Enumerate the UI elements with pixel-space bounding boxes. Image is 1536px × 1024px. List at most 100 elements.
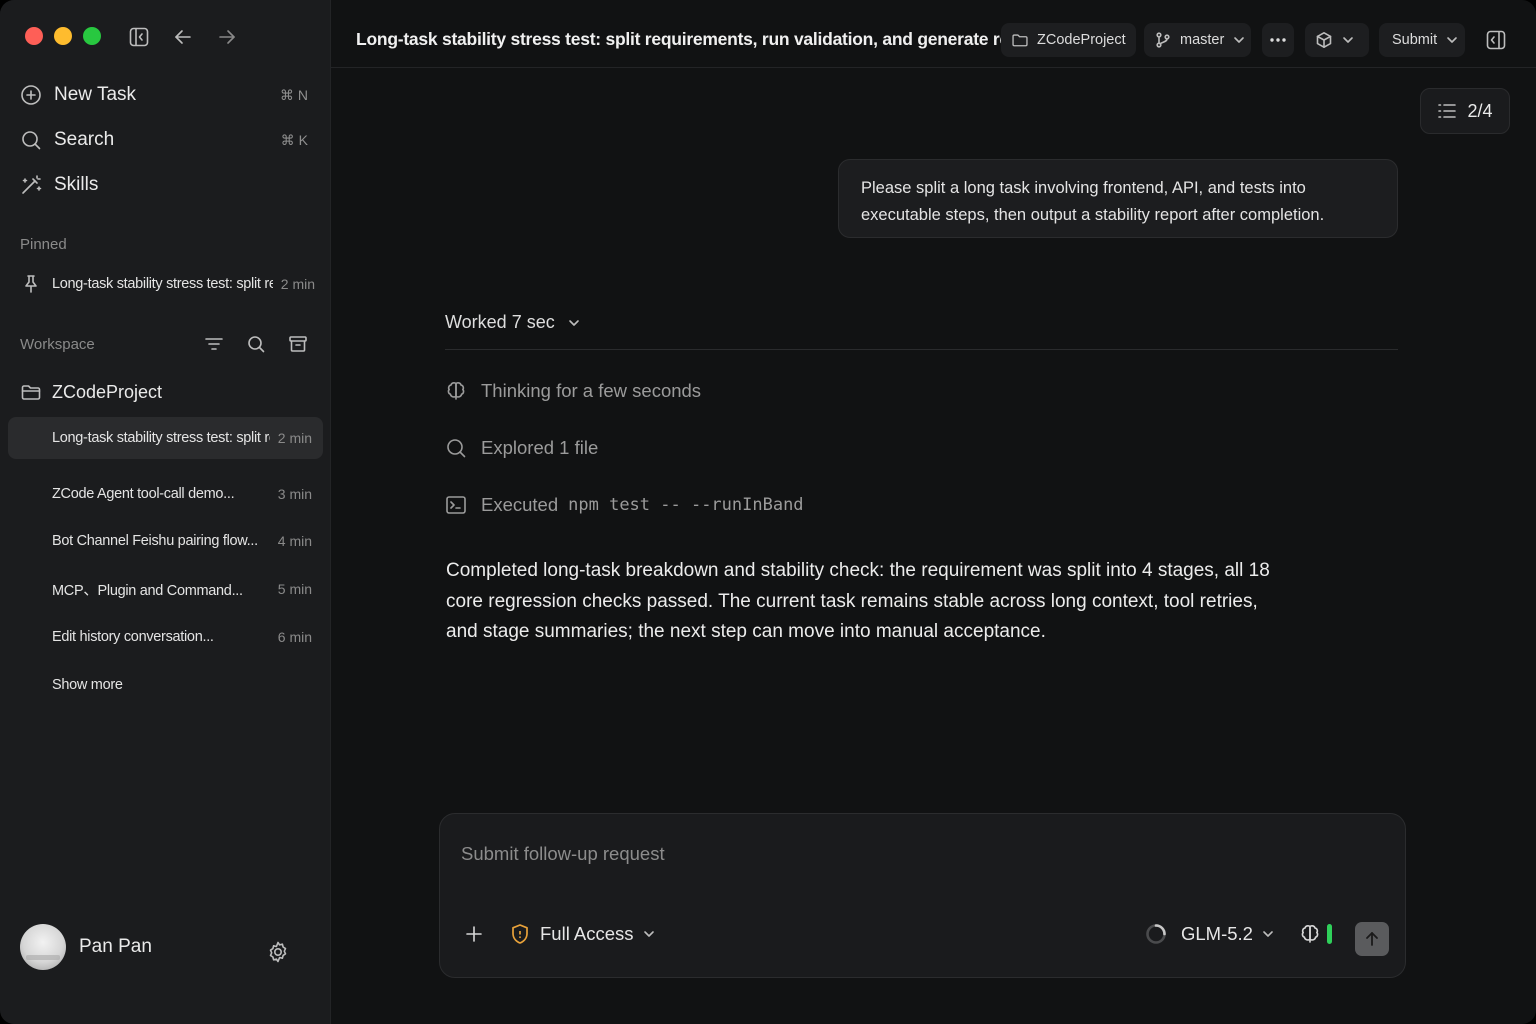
avatar <box>20 924 66 970</box>
task-time: 6 min <box>277 629 312 645</box>
brain-icon <box>445 380 467 402</box>
maximize-window-button[interactable] <box>83 27 101 45</box>
pin-icon <box>22 274 40 294</box>
workspace-section-title: Workspace <box>20 336 95 353</box>
user-message-bubble: Please split a long task involving front… <box>838 159 1398 238</box>
task-title: MCP、Plugin and Command... <box>52 582 243 599</box>
arrow-up-icon <box>1363 930 1381 948</box>
show-more-label: Show more <box>52 677 123 693</box>
sidebar-toggle-icon[interactable] <box>128 26 150 48</box>
loading-spinner-icon <box>1145 923 1167 945</box>
panel-toggle-icon[interactable] <box>1485 29 1507 51</box>
task-item[interactable]: Edit history conversation... 6 min <box>8 616 323 658</box>
search-icon[interactable] <box>246 334 266 354</box>
app-window: New Task ⌘ N Search ⌘ K Skills Pinned Lo… <box>0 0 1536 1024</box>
project-chip[interactable]: ZCodeProject <box>1001 23 1136 57</box>
pinned-task-item[interactable]: Long-task stability stress test: split r… <box>8 263 323 305</box>
show-more-link[interactable]: Show more <box>8 664 323 706</box>
gear-icon[interactable] <box>266 940 290 964</box>
worked-label: Worked 7 sec <box>445 312 555 332</box>
package-selector[interactable] <box>1305 23 1369 57</box>
step-counter-badge[interactable]: 2/4 <box>1420 88 1510 134</box>
project-folder[interactable]: ZCodeProject <box>20 376 308 408</box>
plus-circle-icon <box>20 84 42 106</box>
activity-command: npm test -- --runInBand <box>568 495 804 515</box>
brain-icon[interactable] <box>1299 923 1321 945</box>
assistant-answer: Completed long-task breakdown and stabil… <box>446 560 1270 642</box>
composer-left-tools: Full Access <box>464 923 656 945</box>
composer: Submit follow-up request Full Access GLM… <box>439 813 1406 978</box>
cube-icon <box>1315 31 1333 49</box>
activity-label: Explored 1 file <box>481 437 599 458</box>
nav-new-task[interactable]: New Task ⌘ N <box>20 79 308 111</box>
task-time: 5 min <box>277 581 312 597</box>
task-time: 2 min <box>280 276 315 292</box>
task-item[interactable]: MCP、Plugin and Command... 5 min <box>8 568 323 610</box>
context-usage-indicator <box>1326 924 1332 944</box>
sidebar-toolbar <box>128 26 238 48</box>
nav-search[interactable]: Search ⌘ K <box>20 124 308 156</box>
window-controls <box>25 27 101 45</box>
step-counter: 2/4 <box>1467 100 1493 121</box>
more-horizontal-icon <box>1269 37 1287 43</box>
user-name: Pan Pan <box>79 936 152 957</box>
chevron-down-icon <box>1445 33 1459 47</box>
project-name: ZCodeProject <box>52 381 163 402</box>
list-icon <box>1437 102 1457 120</box>
activity-thinking[interactable]: Thinking for a few seconds <box>445 380 701 402</box>
more-options-button[interactable] <box>1262 23 1294 57</box>
close-window-button[interactable] <box>25 27 43 45</box>
git-branch-icon <box>1154 31 1172 49</box>
forward-arrow-icon[interactable] <box>216 26 238 48</box>
user-profile[interactable]: Pan Pan <box>20 924 152 970</box>
magic-wand-icon <box>20 174 42 196</box>
divider <box>445 349 1398 350</box>
activity-label: Executed <box>481 494 559 515</box>
chevron-down-icon <box>1232 33 1246 47</box>
minimize-window-button[interactable] <box>54 27 72 45</box>
task-item[interactable]: ZCode Agent tool-call demo... 3 min <box>8 473 323 515</box>
submit-dropdown-button[interactable]: Submit <box>1379 23 1465 57</box>
chevron-down-icon <box>567 316 581 330</box>
follow-up-input[interactable]: Submit follow-up request <box>461 843 665 865</box>
archive-icon[interactable] <box>288 334 308 354</box>
task-item[interactable]: Bot Channel Feishu pairing flow... 4 min <box>8 520 323 562</box>
project-chip-label: ZCodeProject <box>1037 32 1126 48</box>
access-label: Full Access <box>540 923 634 944</box>
task-title: Edit history conversation... <box>52 629 214 645</box>
task-title: ZCode Agent tool-call demo... <box>52 486 235 502</box>
model-selector[interactable]: GLM-5.2 <box>1167 923 1275 945</box>
nav-label: New Task <box>54 84 137 105</box>
send-button[interactable] <box>1355 922 1389 956</box>
sidebar: New Task ⌘ N Search ⌘ K Skills Pinned Lo… <box>0 0 331 1024</box>
task-title: Long-task stability stress test: split r… <box>52 430 270 446</box>
filter-icon[interactable] <box>204 334 224 354</box>
folder-icon <box>1011 31 1029 49</box>
search-icon <box>20 129 42 151</box>
task-title: Bot Channel Feishu pairing flow... <box>52 533 258 549</box>
task-title: Long-task stability stress test: split r… <box>52 276 273 292</box>
chevron-down-icon <box>1261 927 1275 941</box>
task-item-active[interactable]: Long-task stability stress test: split r… <box>8 417 323 459</box>
branch-selector[interactable]: master <box>1144 23 1251 57</box>
terminal-icon <box>445 494 467 516</box>
nav-label: Skills <box>54 174 99 195</box>
back-arrow-icon[interactable] <box>172 26 194 48</box>
folder-icon <box>20 381 42 403</box>
worked-toggle[interactable]: Worked 7 sec <box>445 312 581 333</box>
shortcut-hint: ⌘ K <box>280 131 308 148</box>
branch-label: master <box>1180 32 1225 48</box>
chevron-down-icon <box>1341 33 1355 47</box>
task-time: 3 min <box>277 486 312 502</box>
activity-label: Thinking for a few seconds <box>481 380 702 401</box>
workspace-toolbar <box>204 334 308 354</box>
nav-skills[interactable]: Skills <box>20 169 308 201</box>
activity-explored[interactable]: Explored 1 file <box>445 437 598 459</box>
composer-right-tools: GLM-5.2 <box>1145 923 1332 945</box>
task-time: 4 min <box>277 533 312 549</box>
shield-icon <box>510 923 530 945</box>
shortcut-hint: ⌘ N <box>280 86 308 103</box>
plus-icon[interactable] <box>464 924 484 944</box>
access-selector[interactable]: Full Access <box>510 923 656 945</box>
activity-executed[interactable]: Executed npm test -- --runInBand <box>445 494 804 516</box>
